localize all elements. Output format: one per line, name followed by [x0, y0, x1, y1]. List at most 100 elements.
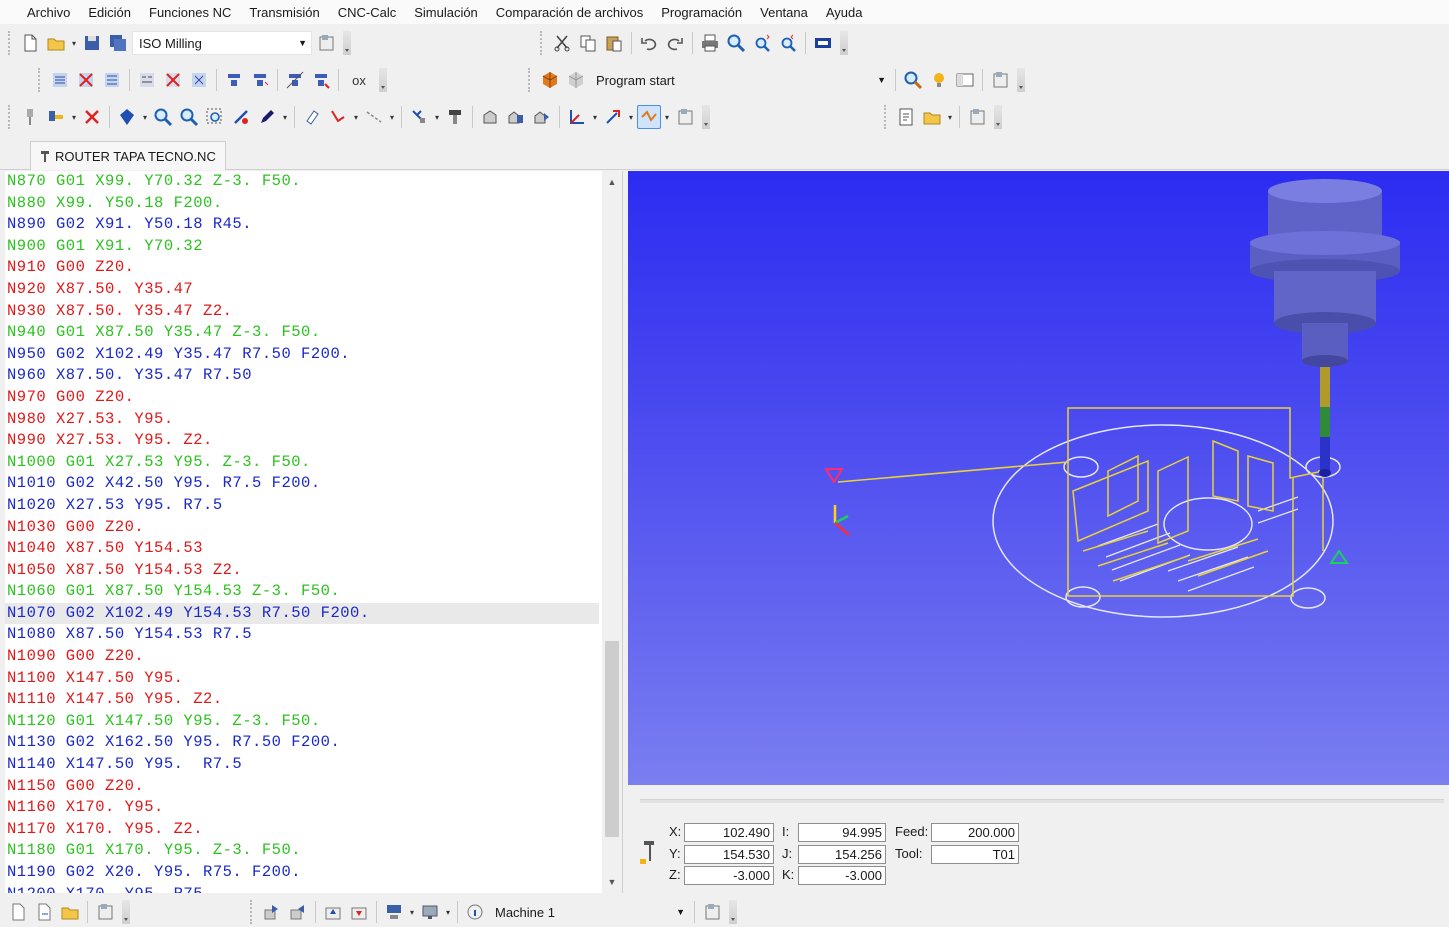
toolbar-overflow-button[interactable] — [729, 900, 737, 924]
vertical-scrollbar[interactable]: ▲ ▼ — [602, 171, 622, 893]
toolbar-overflow-button[interactable] — [994, 105, 1002, 129]
tab-router-tapa-tecno[interactable]: ROUTER TAPA TECNO.NC — [30, 141, 226, 170]
arrow-move-icon[interactable] — [601, 105, 625, 129]
network-icon[interactable] — [382, 900, 406, 924]
toolbar-grip[interactable] — [8, 31, 12, 55]
code-line[interactable]: N890 G02 X91. Y50.18 R45. — [5, 214, 622, 236]
code-line[interactable]: N1120 G01 X147.50 Y95. Z-3. F50. — [5, 711, 622, 733]
coordinate-dropdown-icon[interactable]: ▾ — [591, 113, 599, 122]
coordinate-system-icon[interactable] — [565, 105, 589, 129]
toolbar-overflow-button[interactable] — [122, 900, 130, 924]
nc-code-editor[interactable]: N870 G01 X99. Y70.32 Z-3. F50. N880 X99. … — [5, 171, 623, 893]
code-line[interactable]: N1060 G01 X87.50 Y154.53 Z-3. F50. — [5, 581, 622, 603]
axis-tool-dropdown-icon[interactable]: ▾ — [433, 113, 441, 122]
network-dropdown-icon[interactable]: ▾ — [408, 908, 416, 917]
redo-icon[interactable] — [663, 31, 687, 55]
settings-icon[interactable] — [673, 105, 697, 129]
info-icon[interactable] — [463, 900, 487, 924]
code-line[interactable]: N1010 G02 X42.50 Y95. R7.5 F200. — [5, 473, 622, 495]
machine-list-icon[interactable] — [418, 900, 442, 924]
scroll-down-icon[interactable]: ▼ — [602, 873, 622, 891]
scrollbar-thumb[interactable] — [605, 641, 619, 837]
pen-dropdown-icon[interactable]: ▾ — [281, 113, 289, 122]
code-line[interactable]: N900 G01 X91. Y70.32 — [5, 236, 622, 258]
eraser-icon[interactable] — [300, 105, 324, 129]
toolbar-grip[interactable] — [528, 68, 532, 92]
undo-icon[interactable] — [637, 31, 661, 55]
tool-dropdown-icon[interactable]: ▾ — [70, 113, 78, 122]
toolpath-toggle-dropdown-icon[interactable]: ▾ — [663, 113, 671, 122]
zoom-in-icon[interactable] — [151, 105, 175, 129]
cut-icon[interactable] — [550, 31, 574, 55]
toolbar-overflow-button[interactable] — [840, 31, 848, 55]
code-line[interactable]: N1040 X87.50 Y154.53 — [5, 538, 622, 560]
toolpath-icon[interactable] — [326, 105, 350, 129]
zoom-search-icon[interactable] — [901, 68, 925, 92]
code-line[interactable]: N1190 G02 X20. Y95. R75. F200. — [5, 862, 622, 884]
code-line[interactable]: N910 G00 Z20. — [5, 257, 622, 279]
uncomment-icon[interactable] — [248, 68, 272, 92]
block-skip-remove-icon[interactable] — [309, 68, 333, 92]
ox-button[interactable]: ox — [344, 68, 374, 92]
settings-icon[interactable] — [700, 900, 724, 924]
toolbar-overflow-button[interactable] — [702, 105, 710, 129]
toolbar-grip[interactable] — [540, 31, 544, 55]
machine-type-combo[interactable]: ISO Milling ▼ — [132, 31, 312, 55]
block-skip-icon[interactable] — [283, 68, 307, 92]
settings-icon[interactable] — [314, 31, 338, 55]
menu-item-cnc-calc[interactable]: CNC-Calc — [329, 5, 406, 20]
code-line[interactable]: N930 X87.50. Y35.47 Z2. — [5, 301, 622, 323]
fixture-icon[interactable] — [443, 105, 467, 129]
zoom-out-icon[interactable] — [177, 105, 201, 129]
insert-numbers-icon[interactable] — [100, 68, 124, 92]
view-dropdown-icon[interactable]: ▾ — [141, 113, 149, 122]
find-next-icon[interactable] — [750, 31, 774, 55]
menu-item-edici-n[interactable]: Edición — [79, 5, 140, 20]
code-line[interactable]: N1000 G01 X27.53 Y95. Z-3. F50. — [5, 452, 622, 474]
code-line[interactable]: N1150 G00 Z20. — [5, 776, 622, 798]
horizontal-scrollbar[interactable] — [640, 799, 1444, 803]
code-line[interactable]: N1020 X27.53 Y95. R7.5 — [5, 495, 622, 517]
download-icon[interactable] — [347, 900, 371, 924]
open-folder-icon[interactable] — [44, 31, 68, 55]
menu-item-comparaci-n-de-archivos[interactable]: Comparación de archivos — [487, 5, 652, 20]
document-arrow-icon[interactable] — [32, 900, 56, 924]
code-line[interactable]: N1110 X147.50 Y95. Z2. — [5, 689, 622, 711]
toolbar-overflow-button[interactable] — [1017, 68, 1025, 92]
code-line[interactable]: N1130 G02 X162.50 Y95. R7.50 F200. — [5, 732, 622, 754]
panel-icon[interactable] — [953, 68, 977, 92]
path-style-dropdown-icon[interactable]: ▾ — [388, 113, 396, 122]
save-icon[interactable] — [80, 31, 104, 55]
stock-compare-icon[interactable] — [504, 105, 528, 129]
code-line[interactable]: N950 G02 X102.49 Y35.47 R7.50 F200. — [5, 344, 622, 366]
code-line[interactable]: N1030 G00 Z20. — [5, 517, 622, 539]
code-line[interactable]: N1200 X170. Y95. R75 — [5, 884, 622, 893]
print-icon[interactable] — [698, 31, 722, 55]
code-line[interactable]: N1050 X87.50 Y154.53 Z2. — [5, 560, 622, 582]
search-icon[interactable] — [724, 31, 748, 55]
toolpath-toggle-icon[interactable] — [637, 105, 661, 129]
remove-spaces-icon[interactable] — [161, 68, 185, 92]
menu-item-programaci-n[interactable]: Programación — [652, 5, 751, 20]
open-folder-icon[interactable] — [920, 105, 944, 129]
simulation-viewport[interactable] — [628, 171, 1449, 785]
program-position-combo[interactable]: Program start ▼ — [590, 68, 890, 92]
toolbar-grip[interactable] — [38, 68, 42, 92]
scroll-up-icon[interactable]: ▲ — [602, 173, 622, 191]
tool-holder-icon[interactable] — [18, 105, 42, 129]
menu-item-funciones-nc[interactable]: Funciones NC — [140, 5, 240, 20]
code-line[interactable]: N960 X87.50. Y35.47 R7.50 — [5, 365, 622, 387]
code-line[interactable]: N990 X27.53. Y95. Z2. — [5, 430, 622, 452]
code-line[interactable]: N1140 X147.50 Y95. R7.5 — [5, 754, 622, 776]
upload-icon[interactable] — [321, 900, 345, 924]
machine-combo[interactable]: Machine 1 ▼ — [489, 900, 689, 924]
settings-icon[interactable] — [988, 68, 1012, 92]
measure-icon[interactable] — [229, 105, 253, 129]
code-line[interactable]: N980 X27.53. Y95. — [5, 409, 622, 431]
toolbar-overflow-button[interactable] — [343, 31, 351, 55]
pen-icon[interactable] — [255, 105, 279, 129]
code-line[interactable]: N1070 G02 X102.49 Y154.53 R7.50 F200. — [5, 602, 599, 625]
folder-icon[interactable] — [58, 900, 82, 924]
renumber-icon[interactable] — [48, 68, 72, 92]
save-all-icon[interactable] — [106, 31, 130, 55]
